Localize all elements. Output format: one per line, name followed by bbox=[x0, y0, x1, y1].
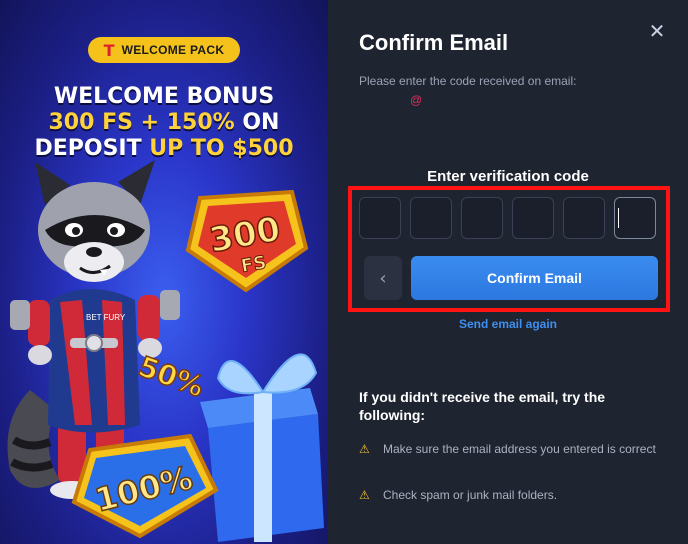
verification-label: Enter verification code bbox=[427, 168, 589, 185]
300-fs-badge: 300 FS bbox=[185, 189, 309, 293]
code-digit-2[interactable] bbox=[410, 197, 452, 239]
brand-logo-icon: T bbox=[103, 40, 115, 60]
tip-text: Make sure the email address you entered … bbox=[383, 442, 656, 456]
dialog-title: Confirm Email bbox=[359, 30, 509, 55]
badge-300-unit: FS bbox=[239, 252, 268, 277]
tip-text: Check spam or junk mail folders. bbox=[383, 488, 558, 502]
50-percent-badge: 50% bbox=[133, 349, 209, 404]
mascot-chest-text: BET FURY bbox=[86, 313, 126, 322]
verification-code-inputs bbox=[359, 197, 656, 239]
code-digit-6[interactable] bbox=[614, 197, 656, 239]
code-digit-3[interactable] bbox=[461, 197, 503, 239]
tip-item: ⚠ Make sure the email address you entere… bbox=[359, 440, 659, 458]
badge-50-text: 50% bbox=[134, 350, 208, 404]
headline-offer: 300 FS + 150% bbox=[48, 110, 235, 135]
chevron-left-icon: ‹ bbox=[379, 267, 387, 289]
headline-on: ON bbox=[242, 110, 280, 135]
headline-line-2: 300 FS + 150% ON bbox=[0, 110, 328, 136]
confirm-email-button[interactable]: Confirm Email bbox=[411, 256, 658, 300]
welcome-pack-label: WELCOME PACK bbox=[121, 43, 225, 57]
warning-icon: ⚠ bbox=[359, 488, 370, 502]
help-title: If you didn't receive the email, try the… bbox=[359, 389, 606, 423]
code-digit-5[interactable] bbox=[563, 197, 605, 239]
welcome-pack-badge: T WELCOME PACK bbox=[88, 37, 240, 63]
warning-icon: ⚠ bbox=[359, 442, 370, 456]
promo-banner: T WELCOME PACK WELCOME BONUS 300 FS + 15… bbox=[0, 0, 328, 544]
tip-item: ⚠ Check spam or junk mail folders. bbox=[359, 486, 659, 504]
confirm-email-dialog: ✕ Confirm Email Please enter the code re… bbox=[328, 0, 688, 544]
code-digit-4[interactable] bbox=[512, 197, 554, 239]
code-digit-1[interactable] bbox=[359, 197, 401, 239]
headline-line-1: WELCOME BONUS bbox=[53, 84, 275, 109]
close-icon[interactable]: ✕ bbox=[646, 20, 668, 42]
dialog-subtitle: Please enter the code received on email: bbox=[359, 74, 577, 88]
100-percent-badge: 100% bbox=[71, 433, 219, 539]
send-email-again-link[interactable]: Send email again bbox=[328, 317, 688, 331]
back-button[interactable]: ‹ bbox=[364, 256, 402, 300]
masked-email: @ bbox=[410, 93, 423, 107]
